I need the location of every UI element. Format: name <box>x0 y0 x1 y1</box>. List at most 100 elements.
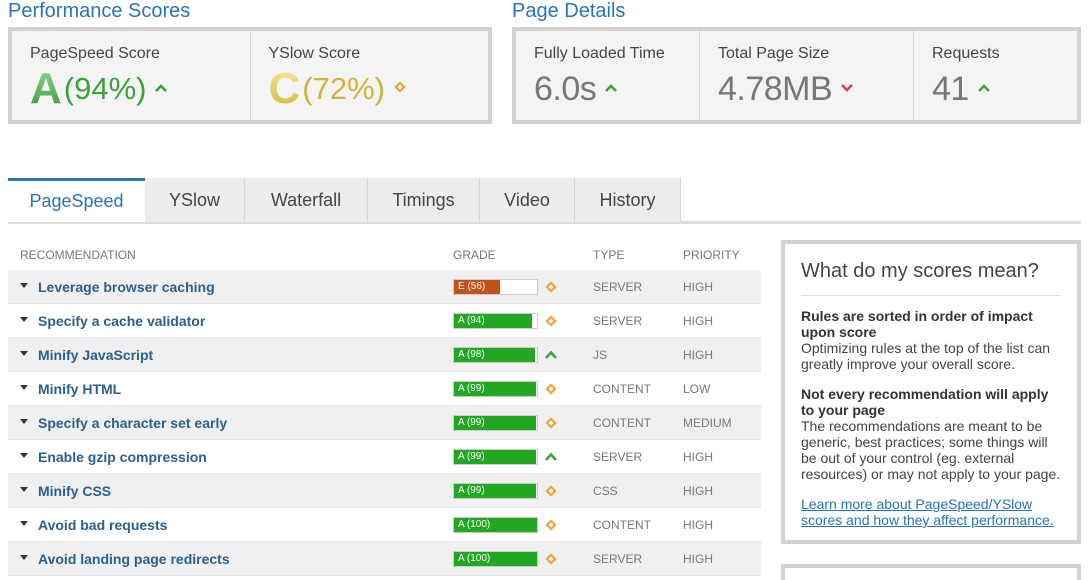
learn-more-link[interactable]: Learn more about PageSpeed/YSlow scores … <box>801 496 1061 528</box>
grade-bar-fill: A (100) <box>454 518 537 532</box>
trend-up-icon <box>604 80 618 98</box>
caret-down-icon[interactable] <box>20 419 28 424</box>
tab-pagespeed[interactable]: PageSpeed <box>8 178 145 222</box>
tab-history[interactable]: History <box>575 178 681 222</box>
requests-card: Requests 41 <box>914 31 1077 120</box>
recommendation-name[interactable]: Avoid landing page redirects <box>38 551 230 567</box>
caret-down-icon[interactable] <box>20 521 28 526</box>
performance-scores-title: Performance Scores <box>8 0 191 22</box>
grade-bar: A (99) <box>453 381 538 397</box>
header-grade: GRADE <box>453 248 496 262</box>
recommendation-row[interactable]: Avoid landing page redirects A (100) SERVE… <box>8 542 761 576</box>
secondary-sidebar-box <box>781 564 1081 580</box>
recommendation-type: CONTENT <box>593 416 651 430</box>
trend-up-icon <box>977 80 991 98</box>
recommendation-row[interactable]: Avoid bad requests A (100) CONTENT HIGH <box>8 508 761 542</box>
caret-down-icon[interactable] <box>20 555 28 560</box>
trend-same-icon <box>544 314 558 328</box>
scores-help-heading-1: Rules are sorted in order of impact upon… <box>801 308 1033 340</box>
grade-bar: A (100) <box>453 551 538 567</box>
recommendation-priority: HIGH <box>683 518 713 532</box>
pagespeed-score-card: PageSpeed Score A (94%) <box>12 31 251 120</box>
recommendation-priority: HIGH <box>683 348 713 362</box>
trend-same-icon <box>544 416 558 430</box>
recommendation-name[interactable]: Avoid bad requests <box>38 517 167 533</box>
yslow-score-label: YSlow Score <box>268 45 361 62</box>
scores-help-text-2: The recommendations are meant to be gene… <box>801 418 1061 482</box>
grade-bar-fill: A (99) <box>454 416 537 430</box>
grade-bar: E (56) <box>453 279 538 295</box>
yslow-grade: C <box>268 64 301 113</box>
recommendations-list: Leverage browser caching E (56) SERVER HIGH… <box>8 270 761 576</box>
caret-down-icon[interactable] <box>20 385 28 390</box>
tab-video[interactable]: Video <box>480 178 575 222</box>
trend-same-icon <box>393 80 407 99</box>
yslow-percent: (72%) <box>302 71 385 106</box>
grade-bar: A (98) <box>453 347 538 363</box>
pagespeed-score-label: PageSpeed Score <box>30 45 160 62</box>
recommendation-name[interactable]: Minify HTML <box>38 381 121 397</box>
recommendations-header: RECOMMENDATION GRADE TYPE PRIORITY <box>8 248 761 268</box>
recommendation-row[interactable]: Leverage browser caching E (56) SERVER HIGH <box>8 270 761 304</box>
recommendation-name[interactable]: Enable gzip compression <box>38 449 207 465</box>
grade-bar: A (99) <box>453 483 538 499</box>
recommendation-type: CONTENT <box>593 382 651 396</box>
recommendation-priority: LOW <box>683 382 711 396</box>
yslow-score-card: YSlow Score C (72%) <box>251 31 489 120</box>
recommendation-row[interactable]: Minify CSS A (99) CSS HIGH <box>8 474 761 508</box>
recommendation-priority: HIGH <box>683 314 713 328</box>
recommendation-name[interactable]: Leverage browser caching <box>38 279 215 295</box>
trend-same-icon <box>544 484 558 498</box>
performance-scores-panel: PageSpeed Score A (94%) YSlow Score C (7… <box>8 27 492 124</box>
grade-bar-fill: A (99) <box>454 450 537 464</box>
grade-bar-fill: A (99) <box>454 484 537 498</box>
recommendation-name[interactable]: Minify JavaScript <box>38 347 153 363</box>
grade-bar-fill: A (94) <box>454 314 533 328</box>
tab-yslow[interactable]: YSlow <box>145 178 245 222</box>
scores-help-heading-2: Not every recommendation will apply to y… <box>801 386 1049 418</box>
caret-down-icon[interactable] <box>20 351 28 356</box>
tab-waterfall[interactable]: Waterfall <box>245 178 368 222</box>
recommendation-priority: HIGH <box>683 280 713 294</box>
caret-down-icon[interactable] <box>20 283 28 288</box>
recommendation-row[interactable]: Minify HTML A (99) CONTENT LOW <box>8 372 761 406</box>
grade-bar: A (100) <box>453 517 538 533</box>
pagespeed-percent: (94%) <box>63 71 147 106</box>
caret-down-icon[interactable] <box>20 317 28 322</box>
recommendation-type: SERVER <box>593 314 643 328</box>
trend-up-icon <box>154 80 168 98</box>
scores-help-title: What do my scores mean? <box>801 260 1061 296</box>
tab-timings[interactable]: Timings <box>368 178 480 222</box>
fully-loaded-value: 6.0s <box>534 69 597 108</box>
scores-help-text-1: Optimizing rules at the top of the list … <box>801 340 1051 372</box>
recommendation-row[interactable]: Enable gzip compression A (99) SERVER HIGH <box>8 440 761 474</box>
report-tabs: PageSpeed YSlow Waterfall Timings Video … <box>8 178 1081 224</box>
page-details-title: Page Details <box>512 0 626 22</box>
grade-bar-fill: E (56) <box>454 280 501 294</box>
grade-bar-fill: A (100) <box>454 552 537 566</box>
pagespeed-grade: A <box>30 64 62 113</box>
recommendation-priority: HIGH <box>683 450 713 464</box>
grade-bar: A (94) <box>453 313 538 329</box>
page-size-label: Total Page Size <box>718 45 830 62</box>
trend-down-icon <box>840 80 854 98</box>
page-size-card: Total Page Size 4.78MB <box>700 31 914 120</box>
grade-bar: A (99) <box>453 415 538 431</box>
requests-value: 41 <box>932 69 969 108</box>
recommendation-priority: HIGH <box>683 552 713 566</box>
recommendation-row[interactable]: Specify a character set early A (99) CONTE… <box>8 406 761 440</box>
recommendation-name[interactable]: Specify a cache validator <box>38 313 205 329</box>
page-size-value: 4.78MB <box>718 69 833 108</box>
recommendation-name[interactable]: Minify CSS <box>38 483 111 499</box>
caret-down-icon[interactable] <box>20 453 28 458</box>
recommendation-priority: HIGH <box>683 484 713 498</box>
caret-down-icon[interactable] <box>20 487 28 492</box>
recommendation-name[interactable]: Specify a character set early <box>38 415 227 431</box>
trend-up-icon <box>544 450 558 464</box>
recommendation-type: CONTENT <box>593 518 651 532</box>
recommendation-type: JS <box>593 348 608 362</box>
fully-loaded-label: Fully Loaded Time <box>534 45 665 62</box>
recommendation-row[interactable]: Specify a cache validator A (94) SERVER HIG… <box>8 304 761 338</box>
recommendation-row[interactable]: Minify JavaScript A (98) JS HIGH <box>8 338 761 372</box>
grade-bar: A (99) <box>453 449 538 465</box>
